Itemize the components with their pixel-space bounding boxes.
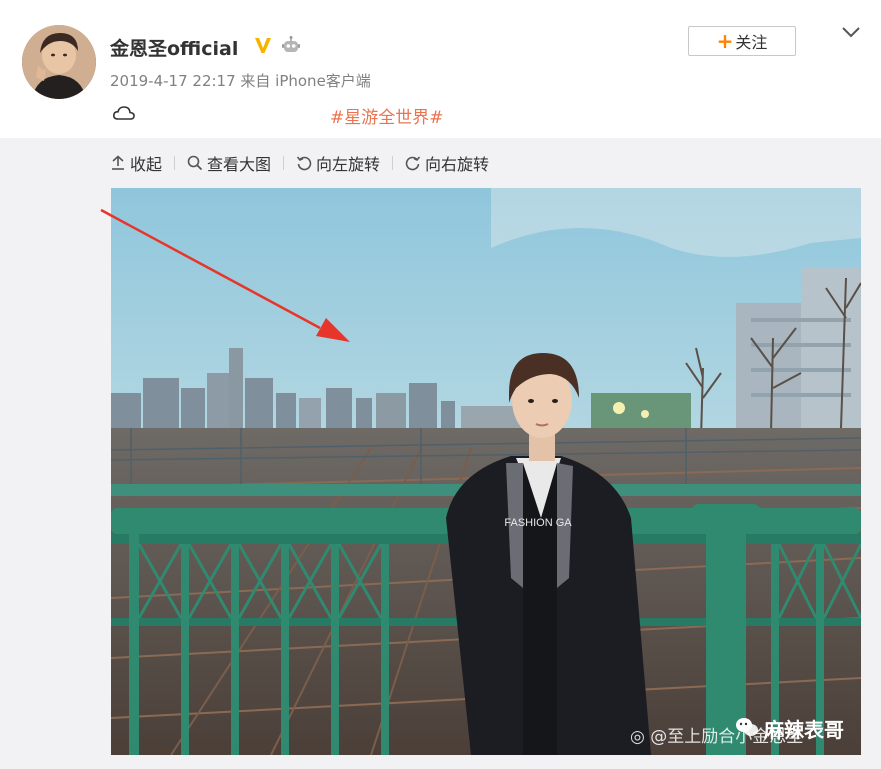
- rotate-left-label: 向左旋转: [316, 155, 381, 174]
- shirt-text: FASHION GA: [504, 517, 572, 529]
- street-light: [641, 410, 649, 418]
- follow-label: 关注: [735, 33, 768, 52]
- collapse-button[interactable]: 收起: [110, 151, 162, 175]
- rotate-right-icon: [405, 156, 421, 171]
- plus-icon: +: [716, 29, 734, 53]
- rotate-left-icon: [296, 156, 312, 171]
- view-large-label: 查看大图: [207, 155, 272, 174]
- collapse-label: 收起: [130, 155, 163, 174]
- wechat-icon: [736, 718, 758, 736]
- chevron-down-icon[interactable]: [840, 24, 862, 40]
- rotate-left-button[interactable]: 向左旋转: [296, 151, 380, 175]
- divider: [283, 156, 285, 170]
- divider: [392, 156, 394, 170]
- robot-icon[interactable]: [281, 35, 301, 55]
- post-meta: 2019-4-17 22:17 来自 iPhone客户端: [110, 72, 371, 90]
- street-light: [613, 402, 625, 414]
- follow-button[interactable]: + 关注: [688, 26, 796, 56]
- avatar[interactable]: [22, 25, 96, 99]
- search-icon: [187, 155, 203, 171]
- image-toolbar: 收起 查看大图 向左旋转 向右旋转: [110, 150, 489, 176]
- rotate-right-button[interactable]: 向右旋转: [405, 151, 489, 175]
- username[interactable]: 金恩圣official: [110, 34, 238, 61]
- hashtag-link[interactable]: #星游全世界#: [330, 103, 444, 128]
- weibo-icon: ◎: [630, 727, 645, 747]
- watermark-label: 麻辣表哥: [764, 718, 844, 742]
- cloud-icon: [112, 106, 135, 120]
- green-trees: [591, 393, 691, 433]
- rotate-right-label: 向右旋转: [425, 155, 490, 174]
- verified-icon: [255, 38, 271, 53]
- upload-icon: [112, 155, 124, 170]
- post-photo[interactable]: FASHION GA: [111, 188, 861, 755]
- view-large-button[interactable]: 查看大图: [187, 151, 271, 175]
- divider: [174, 156, 176, 170]
